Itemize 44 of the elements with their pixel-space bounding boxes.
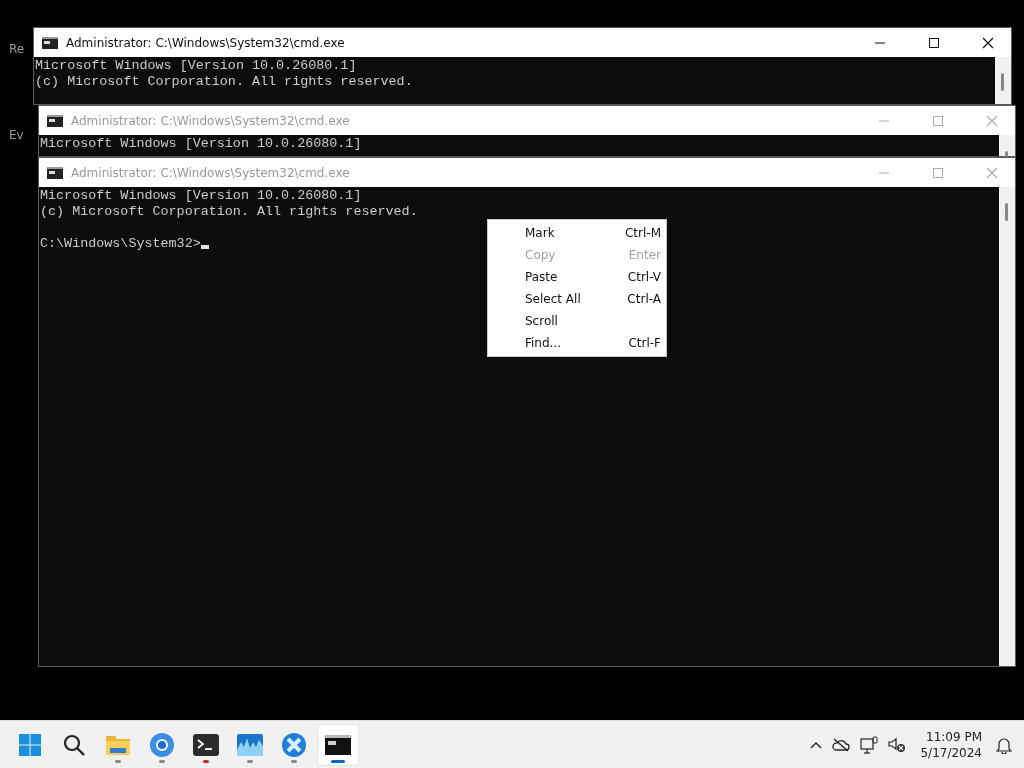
maximize-icon [932,114,944,127]
console-text: Microsoft Windows [Version 10.0.26080.1] [40,188,362,203]
cloud-off-icon[interactable] [832,737,851,752]
clock-time: 11:09 PM [926,728,982,745]
cross-badge-icon[interactable] [281,731,307,758]
close-icon [986,114,998,127]
window-title: Administrator: C:\Windows\System32\cmd.exe [71,113,351,128]
browser-icon[interactable] [149,731,175,758]
console-text: Microsoft Windows [Version 10.0.26080.1] [35,58,357,73]
console-app-icon [47,166,63,179]
desktop-icon-label[interactable]: Re [9,42,25,56]
menu-item[interactable]: Scroll [488,310,666,332]
scrollbar[interactable] [999,187,1015,666]
scrollbar[interactable] [995,57,1011,104]
window-title: Administrator: C:\Windows\System32\cmd.exe [71,165,351,180]
maximize-icon [932,166,944,179]
taskbar-button[interactable] [318,724,358,765]
speaker-muted-icon[interactable] [888,736,907,753]
console-app-icon [42,36,58,49]
console-text: (c) Microsoft Corporation. All rights reserved. [35,74,413,89]
bell-icon[interactable] [996,735,1012,754]
start-icon[interactable] [18,732,42,757]
desktop-icon-label[interactable]: Ev [9,128,24,142]
console-text: Microsoft Windows [Version 10.0.26080.1] [40,136,362,151]
terminal-icon[interactable] [193,733,219,756]
close-icon [982,36,994,49]
network-icon[interactable] [860,735,879,754]
close-icon [986,166,998,179]
clock-date: 5/17/2024 [920,744,982,761]
menu-item[interactable]: Select All Ctrl-A [488,288,666,310]
console-icon[interactable] [325,734,351,755]
chevron-up-icon[interactable] [810,740,823,749]
console-app-icon [47,114,63,127]
maximize-icon [928,36,940,49]
command-prompt: C:\Windows\System32> [40,236,201,251]
menu-item[interactable]: Find... Ctrl-F [488,332,666,354]
menu-item[interactable]: Mark Ctrl-M [488,222,666,244]
search-icon[interactable] [62,732,86,757]
clock[interactable]: 11:09 PM 5/17/2024 [920,728,982,761]
window-title: Administrator: C:\Windows\System32\cmd.exe [66,35,346,50]
performance-graph-icon[interactable] [237,733,263,756]
scrollbar[interactable] [999,135,1015,156]
console-text: (c) Microsoft Corporation. All rights reserved. [40,204,418,219]
menu-item[interactable]: Paste Ctrl-V [488,266,666,288]
